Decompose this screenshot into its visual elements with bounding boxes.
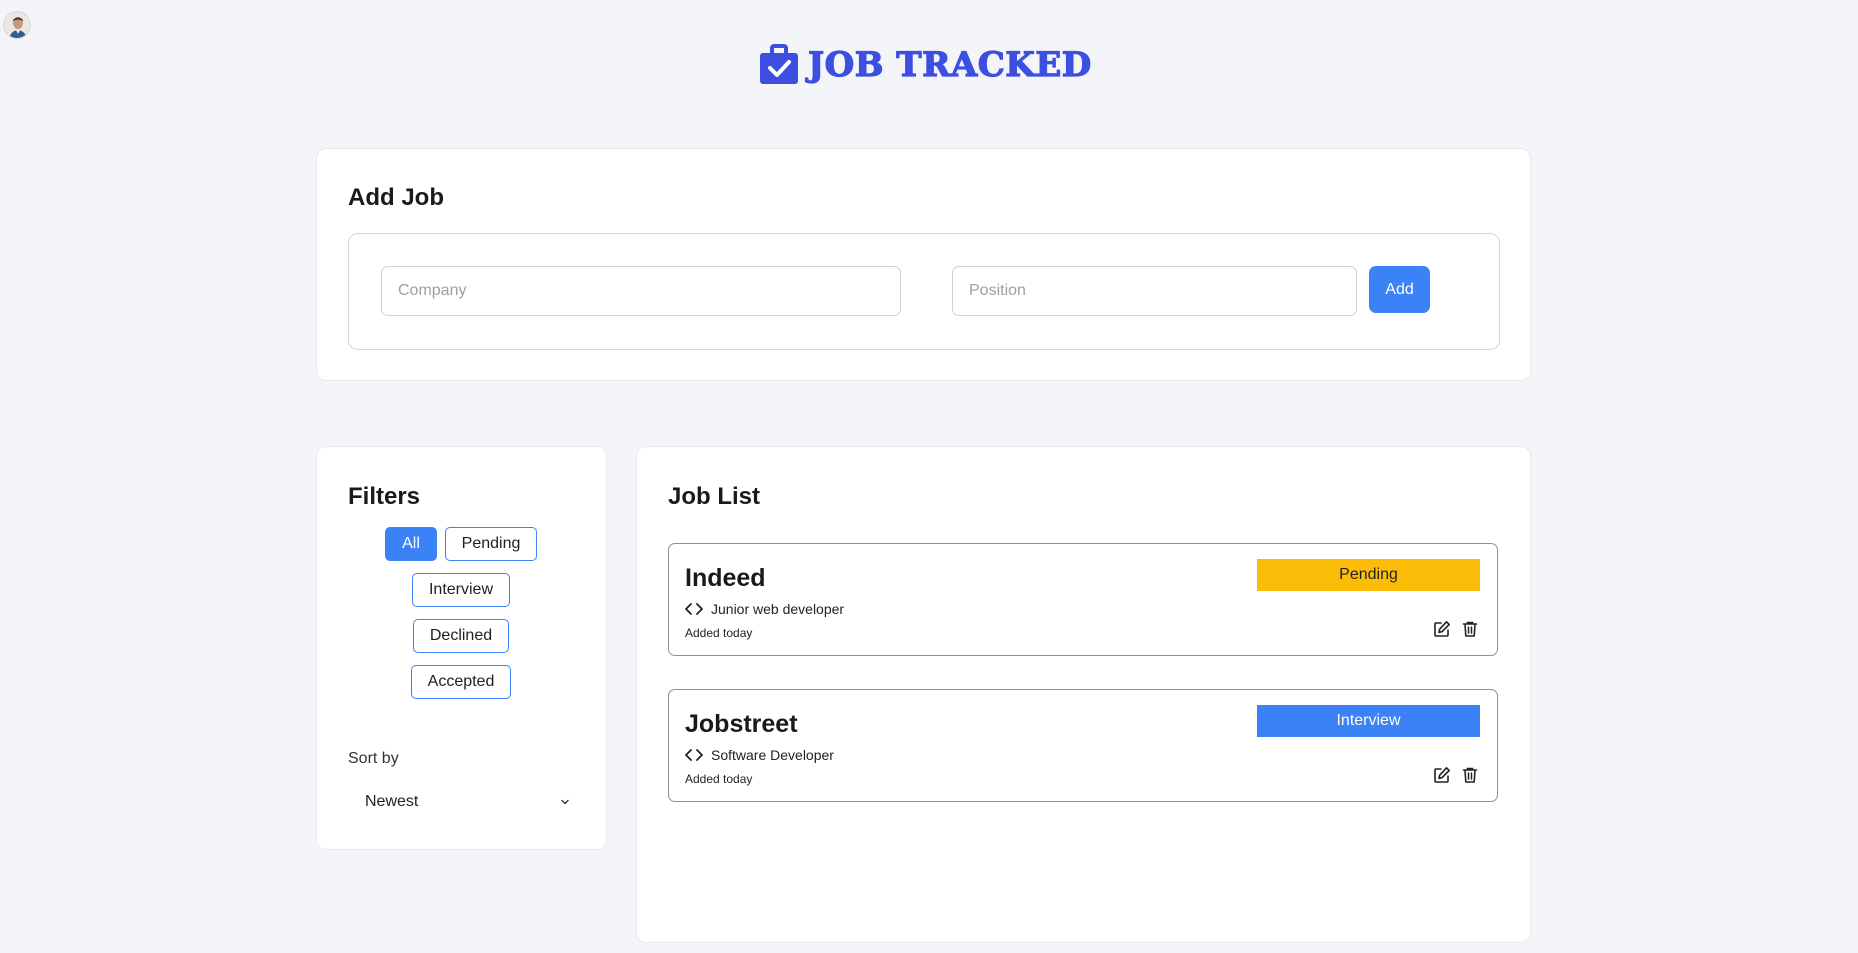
trash-icon[interactable] xyxy=(1461,620,1479,638)
job-list-title: Job List xyxy=(668,483,761,510)
filters-title: Filters xyxy=(348,483,421,510)
filter-all-button[interactable]: All xyxy=(385,527,437,561)
status-badge[interactable]: Interview xyxy=(1257,705,1480,737)
status-badge[interactable]: Pending xyxy=(1257,559,1480,591)
code-icon xyxy=(685,749,703,761)
job-list-card: Job List Indeed Junior web developer Add… xyxy=(636,446,1531,943)
edit-icon[interactable] xyxy=(1433,620,1451,638)
company-input[interactable] xyxy=(381,266,901,316)
app-title: JOB TRACKED xyxy=(807,44,1092,85)
filter-pending-button[interactable]: Pending xyxy=(445,527,537,561)
add-button[interactable]: Add xyxy=(1369,266,1430,313)
add-job-form: Add xyxy=(348,233,1500,350)
job-position: Junior web developer xyxy=(711,601,845,617)
job-company: Jobstreet xyxy=(685,710,798,738)
edit-icon[interactable] xyxy=(1433,766,1451,784)
sort-label: Sort by xyxy=(348,750,399,767)
add-job-card: Add Job Add xyxy=(316,148,1531,381)
filter-declined-button[interactable]: Declined xyxy=(413,619,509,653)
chevron-down-icon xyxy=(561,799,569,805)
job-added-date: Added today xyxy=(685,626,753,640)
briefcase-check-icon xyxy=(760,44,798,84)
avatar-image xyxy=(4,12,30,38)
code-icon xyxy=(685,603,703,615)
job-actions xyxy=(1433,620,1479,638)
app-logo: JOB TRACKED xyxy=(758,44,1092,86)
job-position-row: Software Developer xyxy=(685,747,834,763)
job-position-row: Junior web developer xyxy=(685,601,844,617)
user-avatar[interactable] xyxy=(3,11,31,39)
sort-select-value: Newest xyxy=(365,793,419,810)
filters-card: Filters All Pending Interview Declined A… xyxy=(316,446,607,850)
sort-select[interactable]: Newest xyxy=(365,788,571,816)
add-job-title: Add Job xyxy=(348,184,444,211)
job-item: Jobstreet Software Developer Added today… xyxy=(668,689,1498,802)
job-item: Indeed Junior web developer Added today … xyxy=(668,543,1498,656)
job-actions xyxy=(1433,766,1479,784)
filter-accepted-button[interactable]: Accepted xyxy=(411,665,511,699)
filter-interview-button[interactable]: Interview xyxy=(412,573,510,607)
job-company: Indeed xyxy=(685,564,766,592)
trash-icon[interactable] xyxy=(1461,766,1479,784)
position-input[interactable] xyxy=(952,266,1357,316)
job-position: Software Developer xyxy=(711,747,834,763)
job-added-date: Added today xyxy=(685,772,753,786)
